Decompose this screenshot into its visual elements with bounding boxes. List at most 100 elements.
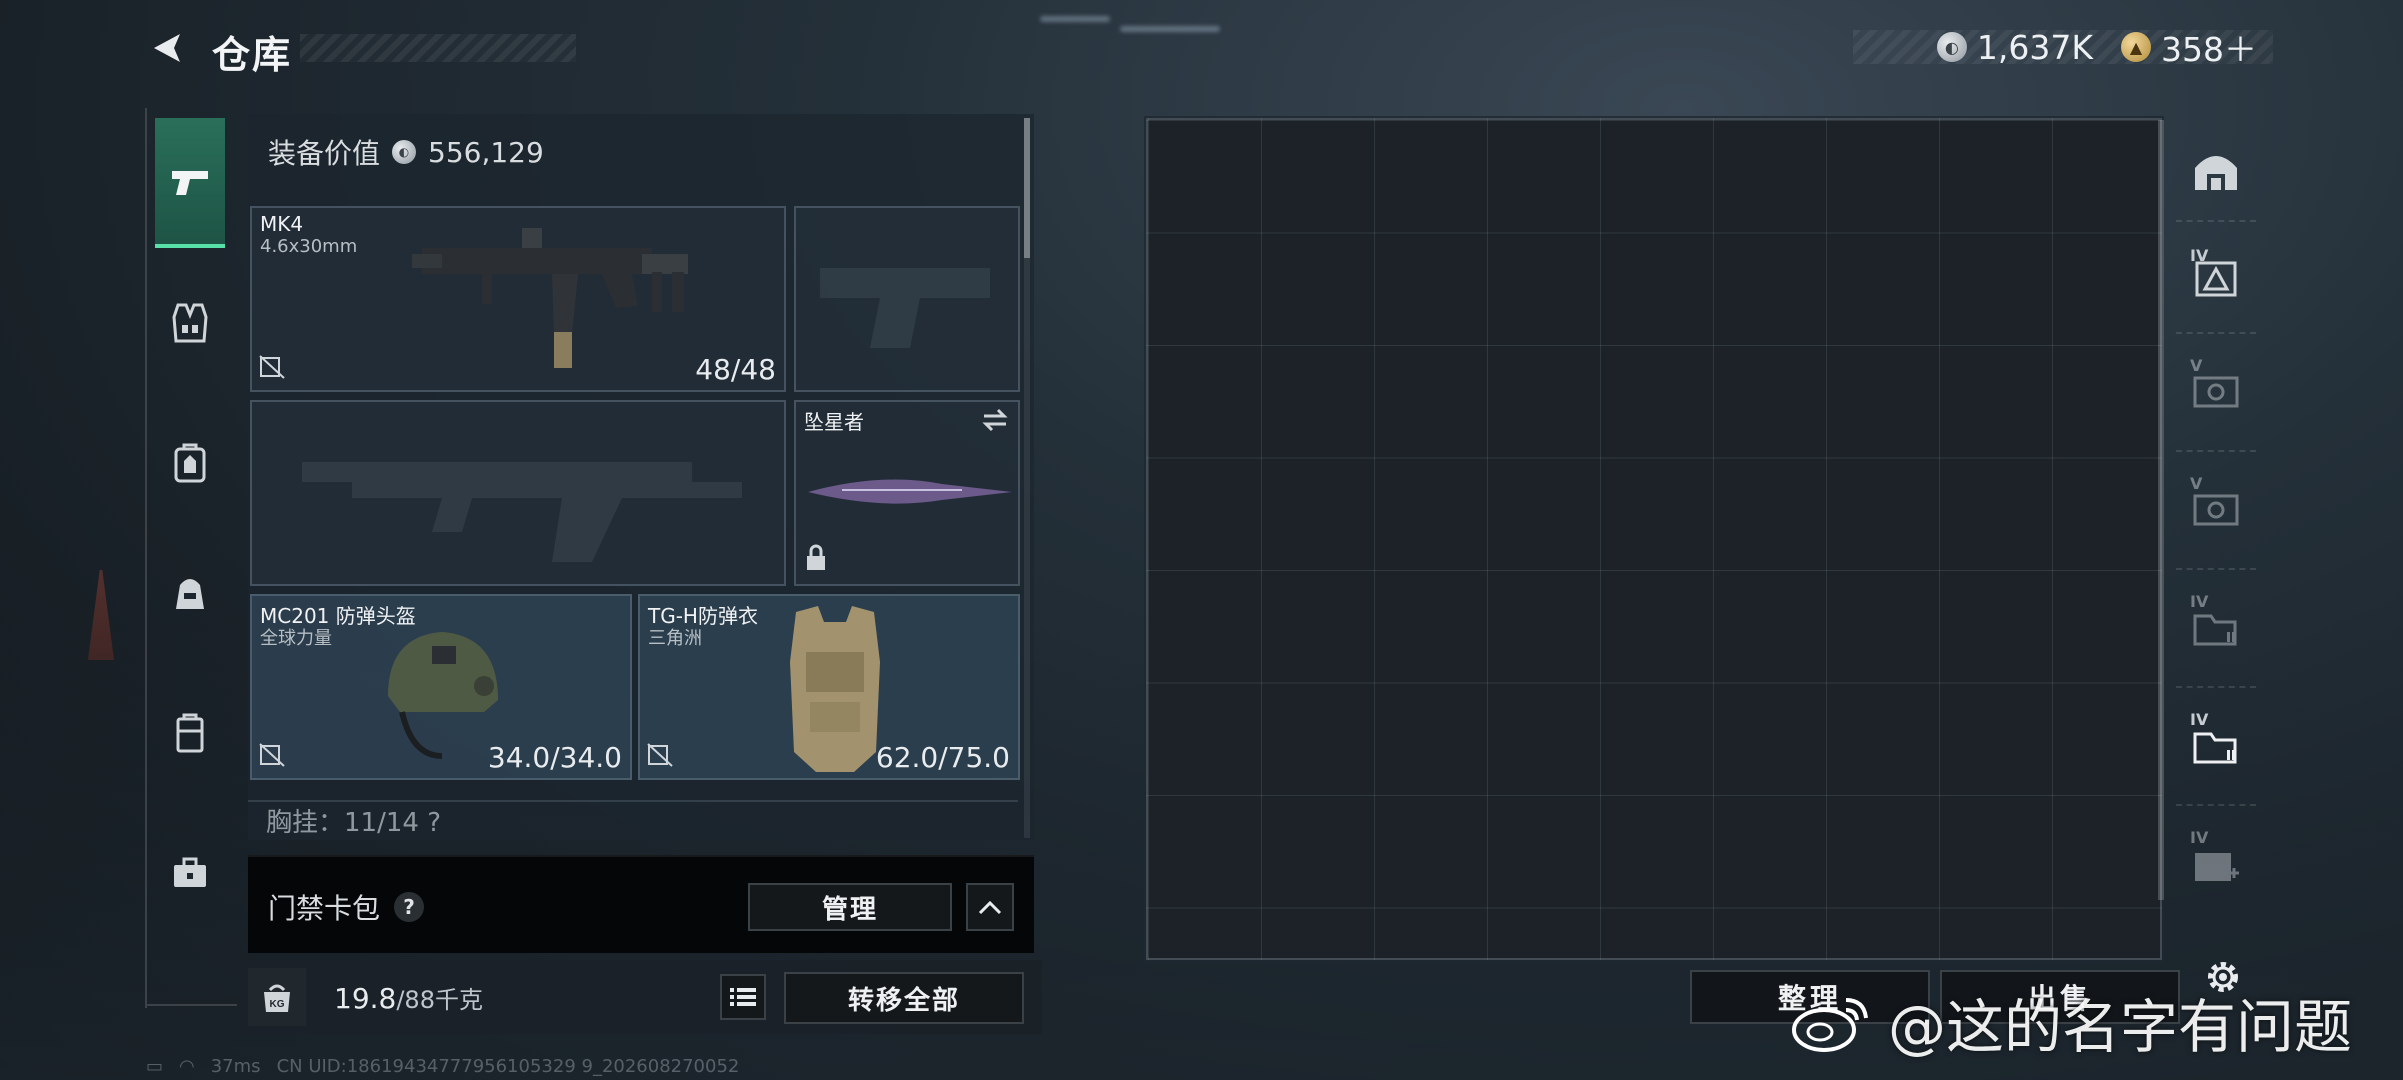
category-rail: [145, 108, 237, 1008]
traffic-cone: [88, 570, 114, 660]
no-insure-icon: [258, 740, 286, 772]
rail-divider: [147, 1004, 237, 1006]
rail-item-medkit[interactable]: IV: [2176, 806, 2256, 924]
armor-durability: 62.0/75.0: [875, 741, 1010, 774]
help-icon[interactable]: ?: [394, 892, 425, 922]
helmet-durability: 34.0/34.0: [487, 741, 622, 774]
loadout-scrollbar[interactable]: [1024, 118, 1030, 838]
currency-gold[interactable]: ▲ 358＋: [2121, 23, 2257, 71]
battery-icon: ▭: [146, 1056, 164, 1077]
watermark-text: @这的名字有问题: [1888, 993, 2353, 1061]
rail-item-safe-2[interactable]: V: [2176, 452, 2256, 570]
weight-icon: KG: [248, 968, 306, 1026]
back-button[interactable]: [146, 26, 186, 70]
backpack-icon: [174, 443, 206, 483]
ceiling-light: [1040, 16, 1110, 22]
list-view-button[interactable]: [720, 974, 766, 1020]
rail-item-bag[interactable]: [155, 528, 225, 658]
currency-silver[interactable]: ◐ 1,637K: [1936, 27, 2093, 67]
rifle-image: [412, 228, 688, 368]
chest-rig-row[interactable]: 胸挂：11/14 ?: [248, 800, 1018, 840]
watermark: @这的名字有问题: [1790, 980, 2352, 1064]
page-title: 仓库: [212, 33, 293, 77]
armor-slot[interactable]: TG-H防弹衣 三角洲 62.0/75.0: [638, 594, 1020, 780]
weibo-logo-icon: [1792, 998, 1868, 1052]
weapon-ammo: 48/48: [695, 353, 776, 386]
weight-max: /88千克: [396, 986, 483, 1014]
scrollbar-thumb[interactable]: [1024, 118, 1030, 258]
title-decoration: [300, 34, 576, 62]
swap-icon[interactable]: [980, 408, 1010, 436]
weapon-name: MK4: [260, 212, 304, 236]
storage-home-icon: [2195, 156, 2237, 190]
folder-icon: [2193, 732, 2237, 764]
no-insure-icon: [258, 352, 286, 384]
silver-coin-icon: ◐: [392, 140, 417, 164]
safe-box-icon: [2193, 376, 2239, 408]
equipment-value-label: 装备价值: [268, 137, 381, 170]
rail-item-toolbox[interactable]: [155, 808, 225, 938]
storage-grid[interactable]: [1146, 118, 2164, 960]
silver-amount: 1,637K: [1976, 27, 2093, 67]
pistol-silhouette-icon: [820, 268, 990, 348]
rail-item-weapons[interactable]: [155, 118, 225, 248]
ceiling-light: [1120, 26, 1220, 32]
collapse-button[interactable]: [966, 883, 1014, 931]
silver-coin-icon: ◐: [1936, 32, 1967, 62]
storage-scrollbar[interactable]: [2158, 120, 2164, 900]
loadout-panel: 装备价值 ◐ 556,129 MK4 4.6x30mm 48/48 坠星者 MC…: [248, 114, 1034, 840]
pistol-icon: [172, 171, 208, 195]
rail-item-chest-rig[interactable]: [155, 258, 225, 388]
tier-label: IV: [2190, 710, 2209, 729]
svg-text:KG: KG: [270, 999, 285, 1010]
weight-current: 19.8: [334, 982, 397, 1015]
equipment-value-amount: 556,129: [428, 135, 544, 169]
weapon-caliber: 4.6x30mm: [260, 236, 358, 257]
armor-image: [790, 606, 880, 772]
armor-faction: 三角洲: [648, 628, 702, 649]
storage-panel: [1144, 116, 2164, 964]
manage-button[interactable]: 管理: [748, 883, 952, 931]
safe-box-icon: [2193, 494, 2239, 526]
chevron-up-icon: [978, 900, 1002, 915]
ping-value: 37ms: [210, 1056, 261, 1077]
secondary-weapon-slot[interactable]: [250, 400, 786, 586]
weight-readout: 19.8/88千克: [334, 980, 483, 1015]
rail-item-storage-home[interactable]: [2176, 122, 2256, 222]
transfer-all-button[interactable]: 转移全部: [784, 972, 1024, 1024]
toolbox-icon: [174, 857, 206, 887]
rail-item-folder-1[interactable]: IV: [2176, 570, 2256, 688]
equipment-value: 装备价值 ◐ 556,129: [268, 132, 544, 172]
melee-name: 坠星者: [804, 410, 864, 434]
tier-label: IV: [2190, 246, 2209, 265]
keycard-bar: 门禁卡包 ? 管理: [248, 855, 1034, 953]
uid-text: CN UID:18619434777956105329 9_2026082700…: [276, 1056, 740, 1077]
helmet-faction: 全球力量: [260, 628, 332, 649]
rail-item-case[interactable]: [155, 668, 225, 798]
rail-item-warning-box[interactable]: IV: [2176, 224, 2256, 334]
helmet-slot[interactable]: MC201 防弹头盔 全球力量 34.0/34.0: [250, 594, 632, 780]
primary-weapon-slot[interactable]: MK4 4.6x30mm 48/48: [250, 206, 786, 392]
rail-item-folder-2[interactable]: IV: [2176, 688, 2256, 806]
vest-icon: [172, 303, 208, 343]
container-icon: [176, 713, 204, 753]
keycard-title: 门禁卡包: [268, 892, 381, 925]
currency-bar: ◐ 1,637K ▲ 358＋: [1853, 27, 2273, 69]
knife-image: [808, 479, 1012, 504]
gold-coin-icon: ▲: [2121, 32, 2151, 62]
melee-slot[interactable]: 坠星者: [794, 400, 1020, 586]
rifle-silhouette-icon: [302, 462, 742, 562]
sidearm-slot[interactable]: [794, 206, 1020, 392]
wifi-icon: ◠: [179, 1056, 195, 1077]
keycard-label: 门禁卡包 ?: [268, 887, 425, 927]
rail-item-safe-1[interactable]: V: [2176, 334, 2256, 452]
bottom-bar: KG 19.8/88千克 转移全部: [240, 960, 1042, 1034]
lock-icon: [804, 544, 828, 576]
bag-icon: [176, 579, 204, 609]
folder-icon: [2193, 614, 2237, 646]
gold-amount: 358＋: [2161, 30, 2257, 69]
rail-item-backpack[interactable]: [155, 398, 225, 528]
medkit-icon: [2195, 853, 2239, 881]
list-icon: [730, 988, 756, 1006]
container-rail: IV V V IV IV IV: [2176, 112, 2256, 1012]
